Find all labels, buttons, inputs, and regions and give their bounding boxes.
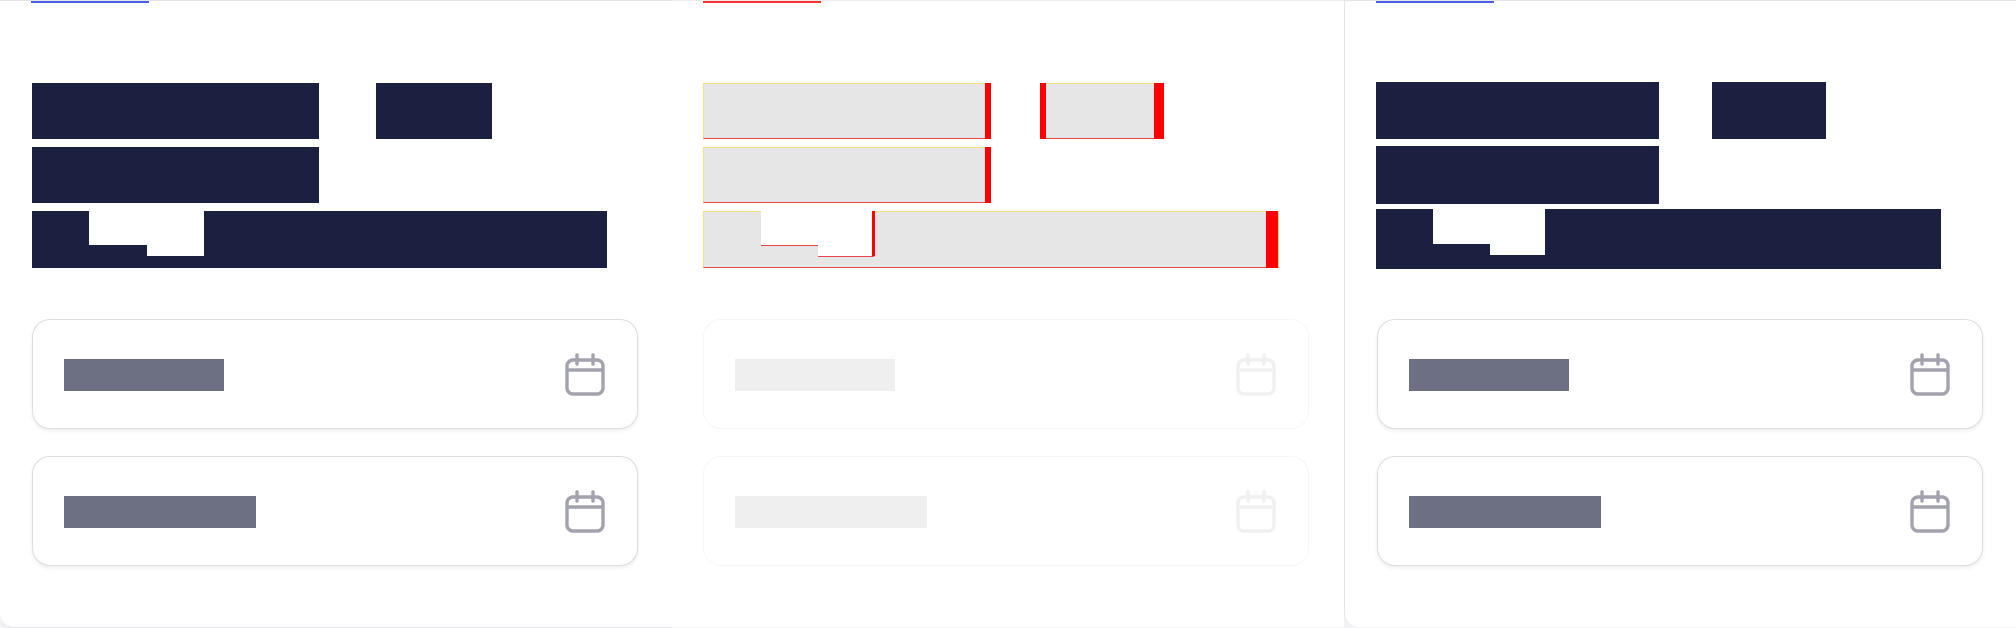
calendar-icon[interactable] [1909,353,1951,397]
start-date-value [1409,359,1569,391]
debug-marker [1266,211,1278,268]
title-block-line-1 [1376,82,1659,139]
calendar-icon[interactable] [564,353,606,397]
start-date-value [64,359,224,391]
title-notch-left [1433,209,1490,244]
title-notch-right [147,211,204,256]
start-date-value [735,359,895,391]
title-block-line-2 [32,147,319,203]
active-tab-indicator [1376,1,1494,3]
title-notch-right [1490,209,1545,255]
active-tab-indicator [703,1,821,3]
debug-marker [1040,83,1046,139]
start-date-value-text [33,320,34,321]
debug-marker [872,211,875,256]
start-date-field[interactable] [703,319,1309,429]
preview-panel-debug [672,0,1344,627]
title-notch-left [761,211,818,246]
start-date-field[interactable] [1377,319,1983,429]
title-notch-left [89,211,147,245]
title-block-line-1 [703,83,990,139]
calendar-icon[interactable] [564,490,606,534]
start-date-value-text [1378,320,1379,321]
end-date-value-text [1378,457,1379,458]
start-date-value-text [704,320,705,321]
calendar-icon[interactable] [1235,490,1277,534]
debug-marker [1154,83,1164,139]
title-block-word [1712,82,1826,139]
end-date-field[interactable] [703,456,1309,566]
end-date-value-text [33,457,34,458]
end-date-field[interactable] [32,456,638,566]
title-block-line-2 [703,147,990,203]
title-block-line-1 [32,83,319,139]
title-block-word [1040,83,1157,139]
end-date-value [735,496,927,528]
preview-panel-left [0,0,672,628]
start-date-field[interactable] [32,319,638,429]
title-block-line-2 [1376,146,1659,204]
title-notch-right [818,211,874,257]
end-date-value [64,496,256,528]
calendar-icon[interactable] [1235,353,1277,397]
end-date-value-text [704,457,705,458]
debug-marker [985,147,991,203]
calendar-icon[interactable] [1909,490,1951,534]
active-tab-indicator [31,1,149,3]
preview-panel-right [1344,0,2016,627]
title-block-word [376,83,492,139]
end-date-value [1409,496,1601,528]
debug-marker [985,83,991,139]
end-date-field[interactable] [1377,456,1983,566]
